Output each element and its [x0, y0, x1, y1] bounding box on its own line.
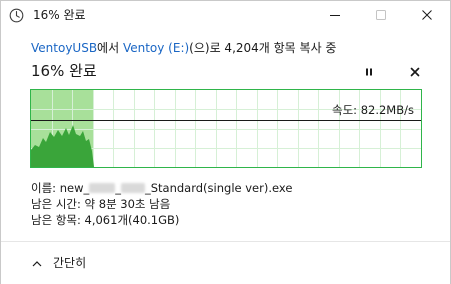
- dialog-footer: 간단히: [1, 241, 450, 284]
- destination-link[interactable]: Ventoy (E:): [123, 41, 189, 55]
- chevron-up-icon: [32, 260, 42, 266]
- file-name-label: 이름:: [31, 181, 60, 195]
- time-remaining-label: 남은 시간:: [31, 197, 85, 211]
- transfer-speed-graph: 속도: 82.2MB/s: [30, 89, 422, 168]
- maximize-icon: [376, 10, 386, 20]
- time-remaining-row: 남은 시간: 약 8분 30초 남음: [31, 197, 170, 211]
- fewer-details-button[interactable]: 간단히: [31, 256, 86, 271]
- items-remaining-row: 남은 항목: 4,061개(40.1GB): [31, 213, 179, 227]
- file-name-row: 이름: new_ _ _Standard(single ver).exe: [31, 181, 292, 195]
- close-icon: [422, 10, 432, 20]
- pause-button[interactable]: [362, 65, 376, 79]
- copy-count-text: (으)로 4,204개 항목 복사 중: [189, 41, 337, 55]
- title-bar[interactable]: 16% 완료: [1, 1, 450, 31]
- minimize-button[interactable]: [312, 1, 358, 29]
- items-remaining-label: 남은 항목:: [31, 213, 85, 227]
- items-remaining-value: 4,061개(40.1GB): [84, 213, 180, 227]
- redacted-segment: [120, 183, 145, 193]
- minimize-icon: [330, 15, 340, 16]
- window-title: 16% 완료: [33, 8, 86, 22]
- copy-description: VentoyUSB에서 Ventoy (E:)(으)로 4,204개 항목 복사…: [31, 41, 336, 56]
- speed-label: 속도: 82.2MB/s: [332, 103, 414, 117]
- clock-icon: [9, 8, 24, 23]
- graph-canvas: [31, 90, 421, 167]
- pause-icon: [366, 68, 372, 76]
- from-text: 에서: [97, 41, 123, 55]
- source-link[interactable]: VentoyUSB: [31, 41, 97, 55]
- redacted-segment: [89, 183, 116, 193]
- time-remaining-value: 약 8분 30초 남음: [84, 197, 171, 211]
- file-name-suffix: _Standard(single ver).exe: [144, 181, 293, 195]
- maximize-button[interactable]: [358, 1, 404, 29]
- file-name-prefix: new_: [59, 181, 90, 195]
- copy-progress-dialog: 16% 완료 VentoyUSB에서 Ventoy (E:)(으)로 4,204…: [0, 0, 451, 284]
- fewer-details-label: 간단히: [53, 256, 87, 270]
- stop-icon: [410, 67, 420, 77]
- close-button[interactable]: [404, 1, 450, 29]
- percent-complete: 16% 완료: [31, 62, 97, 80]
- stop-button[interactable]: [408, 65, 422, 79]
